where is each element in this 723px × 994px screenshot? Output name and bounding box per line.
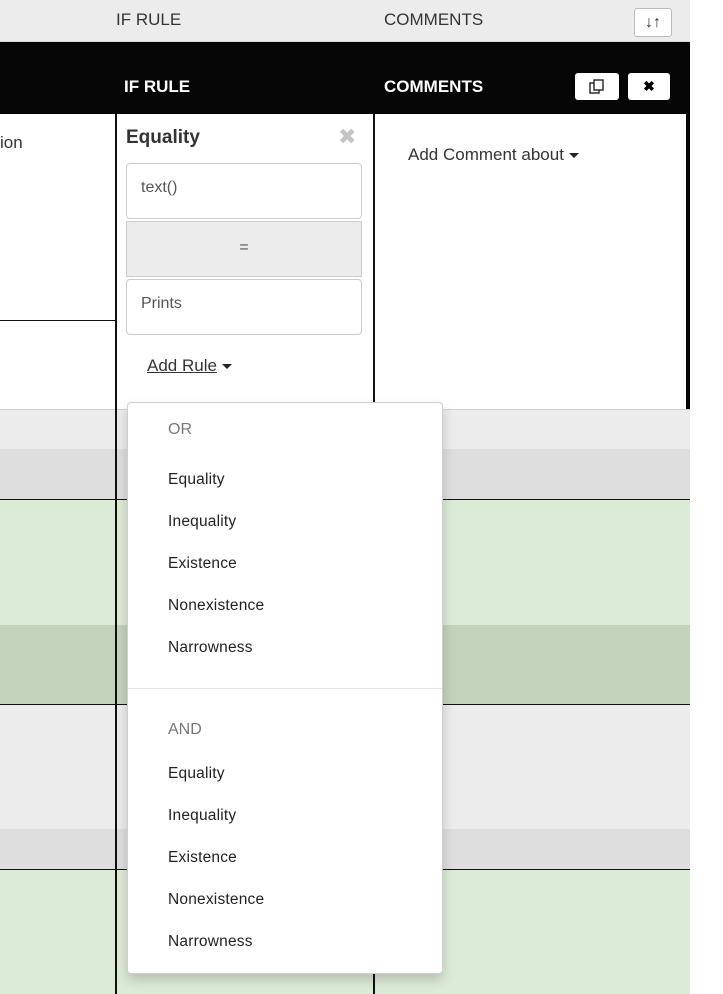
expanded-row-frame — [686, 114, 690, 409]
add-rule-menu: OR Equality Inequality Existence Nonexis… — [127, 402, 443, 974]
menu-item-and-equality[interactable]: Equality — [168, 765, 225, 783]
menu-item-and-existence[interactable]: Existence — [168, 849, 237, 867]
cell-divider — [0, 320, 116, 321]
if-rule-header: IF RULE — [124, 77, 191, 96]
add-rule-label: Add Rule — [147, 356, 217, 375]
add-rule-dropdown-toggle[interactable]: Add Rule — [147, 356, 232, 376]
comments-column-header: COMMENTS — [384, 10, 484, 29]
rule-type-title: Equality — [126, 127, 200, 148]
column-divider — [115, 114, 117, 994]
add-comment-label: Add Comment about — [408, 145, 564, 164]
comments-header: COMMENTS — [384, 77, 484, 96]
truncated-cell-text: ion — [0, 133, 23, 152]
menu-item-or-nonexistence[interactable]: Nonexistence — [168, 597, 264, 615]
close-icon: ✖ — [643, 78, 655, 94]
top-header: IF RULE COMMENTS ↓↑ — [0, 0, 690, 42]
menu-header-and: AND — [168, 721, 202, 738]
copy-icon — [589, 78, 604, 94]
menu-header-or: OR — [168, 421, 192, 438]
menu-item-or-narrowness[interactable]: Narrowness — [168, 639, 253, 657]
if-rule-column-header: IF RULE — [116, 10, 182, 29]
rule-operator[interactable]: = — [126, 221, 362, 277]
expanded-row-header: IF RULE COMMENTS ✖ — [0, 42, 690, 114]
caret-down-icon — [568, 153, 579, 159]
sort-toggle-button[interactable]: ↓↑ — [634, 8, 672, 37]
menu-item-or-inequality[interactable]: Inequality — [168, 513, 236, 531]
rule-right-operand[interactable]: Prints — [126, 279, 362, 335]
menu-item-and-nonexistence[interactable]: Nonexistence — [168, 891, 264, 909]
add-comment-dropdown-toggle[interactable]: Add Comment about — [408, 145, 579, 165]
menu-item-or-equality[interactable]: Equality — [168, 471, 225, 489]
menu-divider — [128, 688, 442, 689]
menu-item-and-inequality[interactable]: Inequality — [168, 807, 236, 825]
rule-left-operand[interactable]: text() — [126, 163, 362, 219]
sort-toggle-icon: ↓↑ — [645, 13, 661, 31]
copy-button[interactable] — [575, 73, 619, 100]
menu-item-and-narrowness[interactable]: Narrowness — [168, 933, 253, 951]
remove-rule-icon[interactable]: ✖ — [338, 124, 356, 150]
close-button[interactable]: ✖ — [628, 73, 670, 100]
menu-item-or-existence[interactable]: Existence — [168, 555, 237, 573]
caret-down-icon — [221, 364, 232, 370]
